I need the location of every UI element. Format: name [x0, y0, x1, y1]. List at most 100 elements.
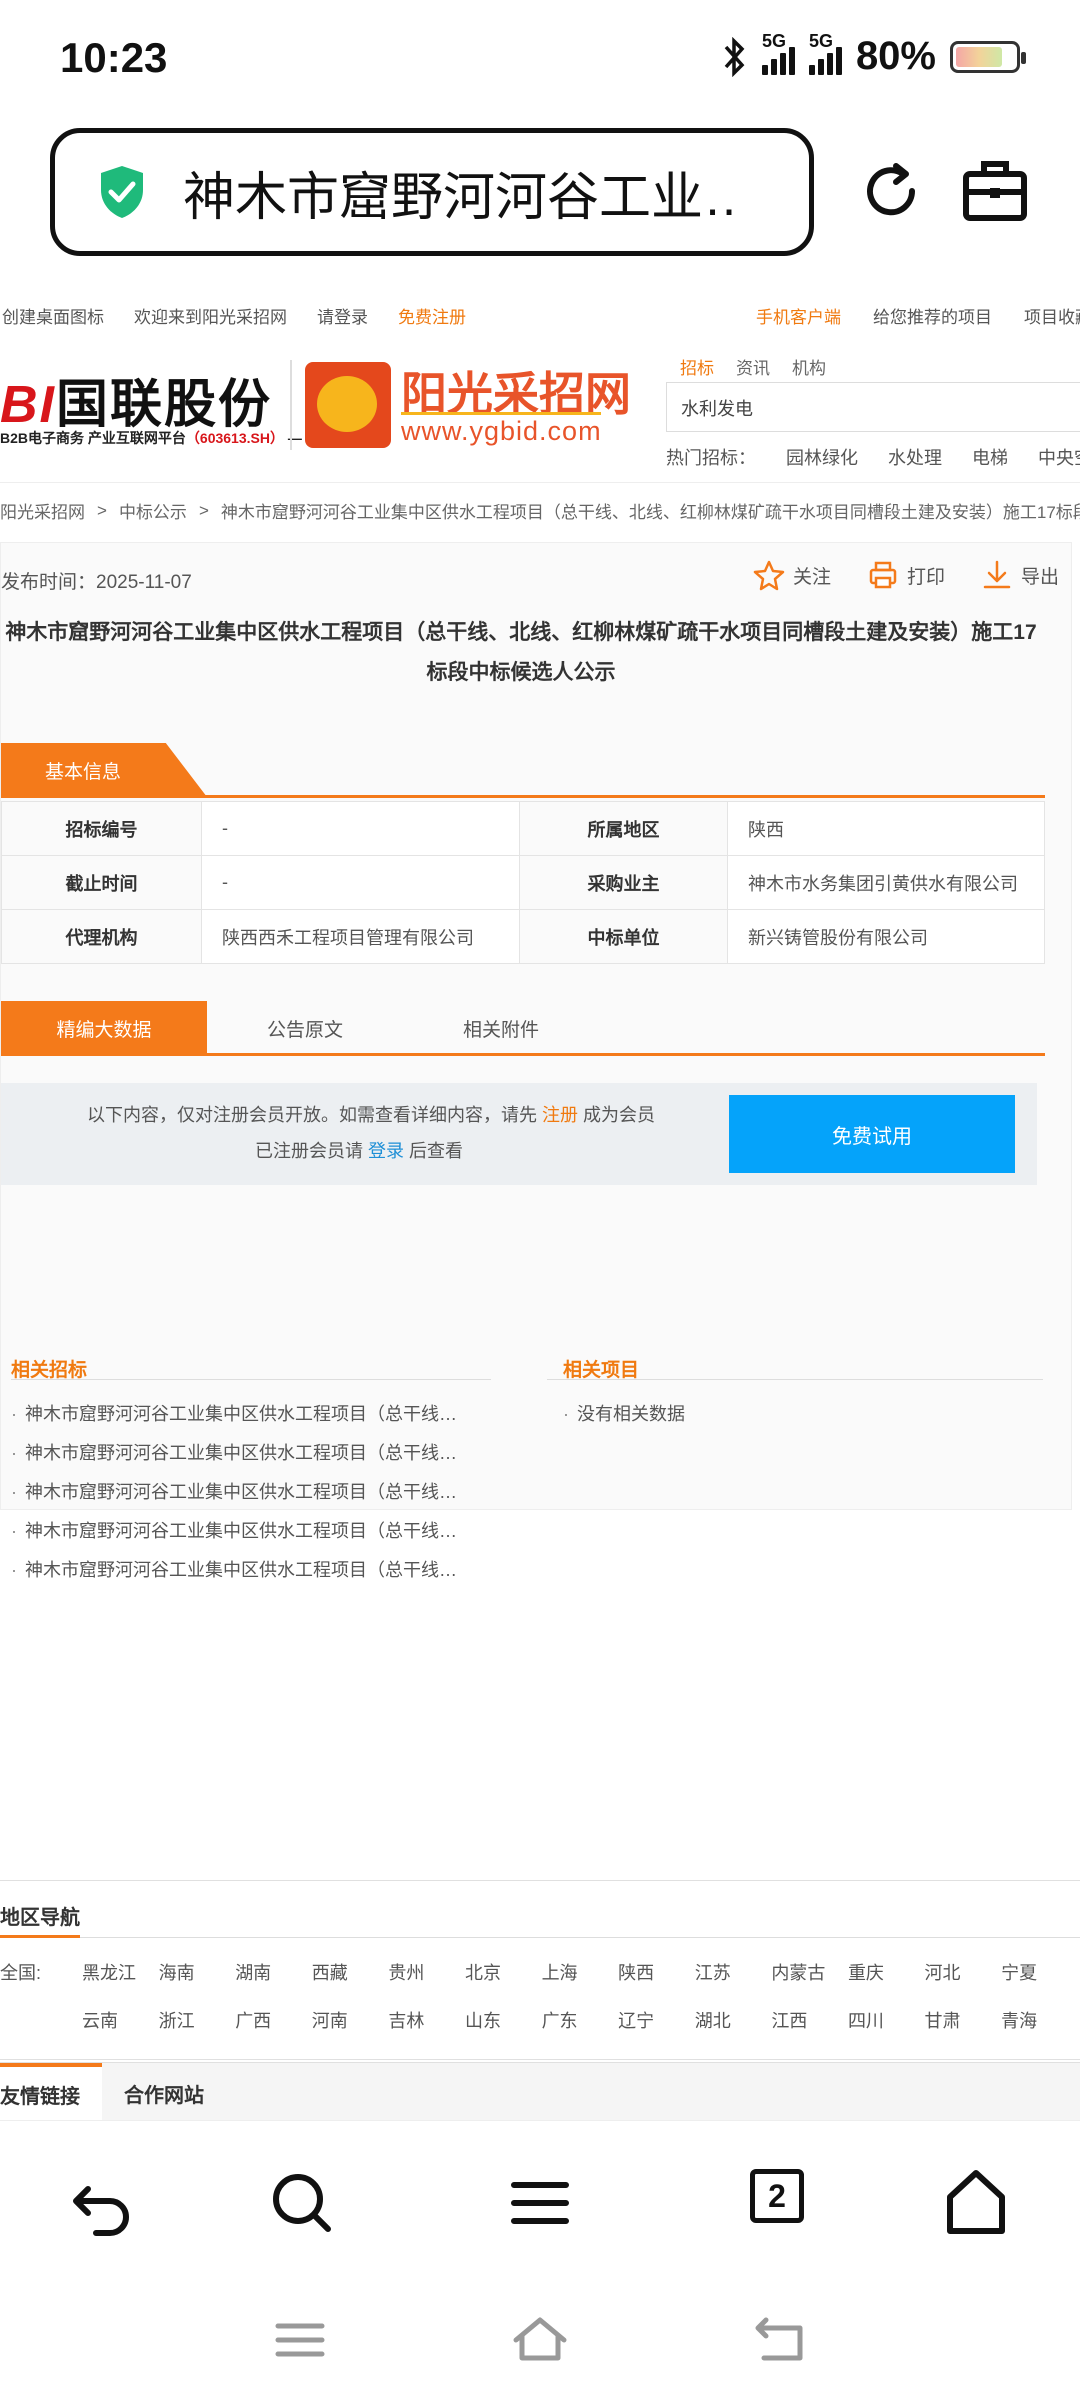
breadcrumb-sep: > — [198, 500, 209, 520]
table-row: 截止时间 - 采购业主 神木市水务集团引黄供水有限公司 — [1, 855, 1045, 910]
region-link[interactable]: 西藏 — [312, 1959, 389, 1985]
search-icon[interactable] — [266, 2167, 338, 2239]
list-item: 没有相关数据 — [563, 1395, 685, 1434]
ygbid-logo[interactable]: 阳光采招网 www.ygbid.com — [305, 358, 631, 454]
region-link[interactable]: 辽宁 — [618, 2007, 695, 2033]
search-tab-orgs[interactable]: 机构 — [792, 354, 826, 379]
tab-big-data[interactable]: 精编大数据 — [1, 1001, 207, 1055]
region-link[interactable]: 四川 — [848, 2007, 925, 2033]
list-item[interactable]: 神木市窟野河河谷工业集中区供水工程项目（总干线… — [11, 1434, 457, 1473]
tab-friend-links[interactable]: 友情链接 — [0, 2063, 102, 2120]
url-text[interactable]: 神木市窟野河河谷工业… — [183, 155, 743, 230]
region-link[interactable]: 河北 — [925, 1959, 1002, 1985]
system-home-icon[interactable] — [510, 2310, 570, 2370]
guolian-logo[interactable]: BI国联股份 B2B电子商务 产业互联网平台（603613.SH） — — [0, 356, 302, 456]
export-button[interactable]: 导出 — [981, 559, 1059, 591]
tab-attachments[interactable]: 相关附件 — [403, 1001, 599, 1055]
favorites-link[interactable]: 项目收藏 — [1024, 303, 1080, 328]
list-item[interactable]: 神木市窟野河河谷工业集中区供水工程项目（总干线… — [11, 1395, 457, 1434]
recommended-link[interactable]: 给您推荐的项目 — [873, 303, 992, 328]
region-link[interactable]: 广西 — [235, 2007, 312, 2033]
notice-card: 发布时间：2025-11-07 关注 打印 导出 神木市窟野河河谷工业集中区供水… — [0, 542, 1072, 1580]
reload-icon[interactable] — [856, 156, 926, 226]
region-link[interactable]: 湖南 — [235, 1959, 312, 1985]
region-all-label: 全国: — [0, 1963, 42, 1983]
register-link[interactable]: 免费注册 — [398, 303, 466, 328]
region-link[interactable]: 北京 — [465, 1959, 542, 1985]
region-link[interactable]: 浙江 — [159, 2007, 236, 2033]
footer-tabs: 友情链接 合作网站 — [0, 2062, 1080, 2120]
signal-icon-1: 5G — [761, 31, 795, 75]
list-item[interactable]: 神木市窟野河河谷工业集中区供水工程项目（总干线… — [11, 1512, 457, 1551]
breadcrumb-category[interactable]: 中标公示 — [119, 498, 187, 523]
region-link[interactable]: 海南 — [159, 1959, 236, 1985]
welcome-text: 欢迎来到阳光采招网 — [134, 307, 287, 327]
breadcrumb-home[interactable]: 阳光采招网 — [0, 498, 85, 523]
field-value: - — [201, 801, 520, 856]
system-back-icon[interactable] — [750, 2310, 810, 2370]
region-link[interactable]: 重庆 — [848, 1959, 925, 1985]
breadcrumb-sep: > — [97, 500, 107, 520]
system-nav-bar — [0, 2280, 1080, 2400]
recent-apps-icon[interactable] — [270, 2310, 330, 2370]
field-value: 陕西 — [727, 801, 1045, 856]
status-icons: 5G 5G 80% — [722, 31, 1026, 79]
region-link[interactable]: 吉林 — [388, 2007, 465, 2033]
hot-item[interactable]: 中央空调 — [1038, 444, 1080, 470]
toolbox-icon[interactable] — [960, 158, 1030, 224]
region-link[interactable]: 宁夏 — [1001, 1959, 1078, 1985]
login-link[interactable]: 登录 — [368, 1141, 404, 1161]
search-tab-bids[interactable]: 招标 — [680, 354, 714, 379]
signal-icon-2: 5G — [808, 31, 842, 75]
follow-button[interactable]: 关注 — [753, 559, 831, 591]
web-content[interactable]: 创建桌面图标 欢迎来到阳光采招网 请登录 免费注册 手机客户端 给您推荐的项目 … — [0, 290, 1080, 2120]
region-link[interactable]: 山东 — [465, 2007, 542, 2033]
region-link[interactable]: 黑龙江 — [82, 1959, 159, 1985]
list-item[interactable]: 神木市窟野河河谷工业集中区供水工程项目（总干线… — [11, 1551, 457, 1590]
region-link[interactable]: 陕西 — [618, 1959, 695, 1985]
region-link[interactable]: 青海 — [1001, 2007, 1078, 2033]
print-button[interactable]: 打印 — [867, 559, 945, 591]
hot-item[interactable]: 电梯 — [972, 444, 1008, 470]
free-trial-button[interactable]: 免费试用 — [729, 1095, 1015, 1173]
register-link[interactable]: 注册 — [542, 1105, 578, 1125]
region-link[interactable]: 贵州 — [388, 1959, 465, 1985]
related-bids-list: 神木市窟野河河谷工业集中区供水工程项目（总干线… 神木市窟野河河谷工业集中区供水… — [11, 1395, 457, 1590]
hot-item[interactable]: 园林绿化 — [786, 444, 858, 470]
region-link[interactable]: 云南 — [82, 2007, 159, 2033]
tab-partner-sites[interactable]: 合作网站 — [124, 2079, 204, 2108]
back-icon[interactable] — [66, 2167, 138, 2239]
search-tab-news[interactable]: 资讯 — [736, 354, 770, 379]
related-projects-title: 相关项目 — [563, 1360, 640, 1381]
search-input[interactable]: 水利发电 — [666, 382, 1080, 432]
related-projects-list: 没有相关数据 — [563, 1395, 685, 1434]
hot-item[interactable]: 水处理 — [888, 444, 942, 470]
download-icon — [983, 560, 1011, 589]
field-label: 中标单位 — [519, 909, 728, 964]
region-link[interactable]: 广东 — [542, 2007, 619, 2033]
home-icon[interactable] — [940, 2167, 1012, 2239]
region-link[interactable]: 内蒙古 — [771, 1959, 848, 1985]
field-value: 神木市水务集团引黄供水有限公司 — [727, 855, 1045, 910]
hot-label: 热门招标： — [666, 448, 756, 468]
menu-icon[interactable] — [504, 2167, 576, 2239]
region-link[interactable]: 甘肃 — [925, 2007, 1002, 2033]
region-nav-title: 地区导航 — [0, 1907, 80, 1929]
field-label: 采购业主 — [519, 855, 728, 910]
login-link[interactable]: 请登录 — [317, 303, 368, 328]
star-icon — [753, 560, 785, 591]
region-link[interactable]: 江苏 — [695, 1959, 772, 1985]
region-nav: 地区导航 全国: 黑龙江 海南 湖南 西藏 贵州 北京 上海 陕西 江苏 内蒙古 重庆 河北 宁夏云南浙… — [0, 1880, 1080, 2060]
create-shortcut-link[interactable]: 创建桌面图标 — [2, 303, 104, 328]
region-link[interactable]: 湖北 — [695, 2007, 772, 2033]
region-link[interactable]: 江西 — [771, 2007, 848, 2033]
tab-original[interactable]: 公告原文 — [207, 1001, 403, 1055]
mobile-client-link[interactable]: 手机客户端 — [756, 303, 841, 328]
region-link[interactable]: 上海 — [542, 1959, 619, 1985]
address-bar[interactable]: 神木市窟野河河谷工业… — [50, 128, 814, 256]
related-bids-title: 相关招标 — [11, 1360, 88, 1381]
battery-percent: 80% — [855, 34, 936, 78]
list-item[interactable]: 神木市窟野河河谷工业集中区供水工程项目（总干线… — [11, 1473, 457, 1512]
region-link[interactable]: 河南 — [312, 2007, 389, 2033]
tab-switcher-button[interactable]: 2 — [750, 2169, 804, 2223]
